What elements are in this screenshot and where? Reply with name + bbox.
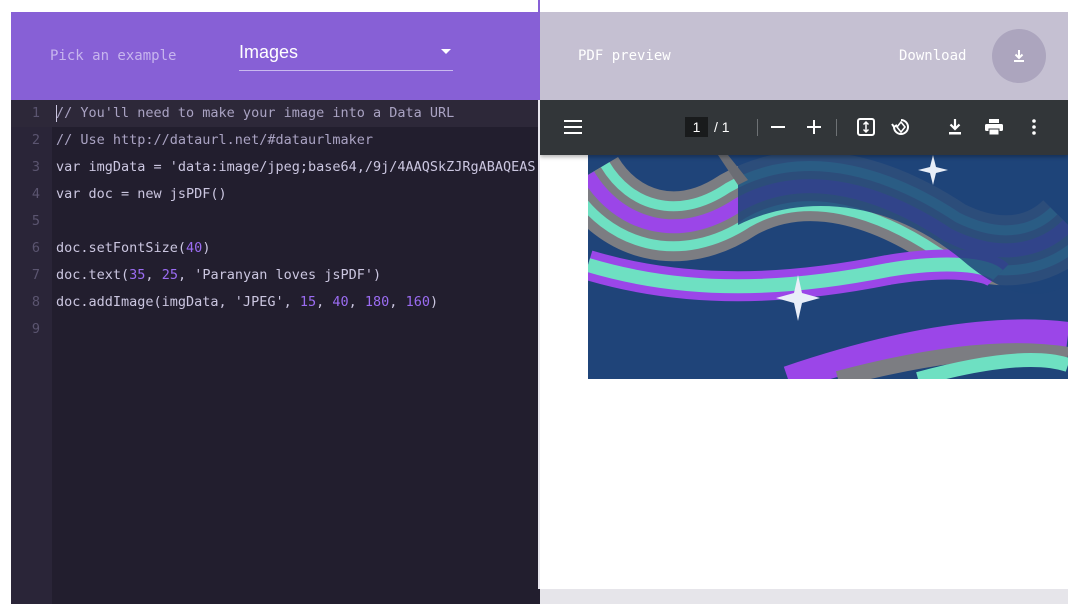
preview-header: PDF preview Download [540, 12, 1068, 100]
line-number: 6 [31, 240, 40, 256]
page-total: / 1 [714, 119, 730, 135]
line-number: 3 [31, 159, 40, 175]
code-text: // You'll need to make your image into a… [56, 105, 455, 121]
code-line[interactable]: 3 var imgData = 'data:image/jpeg;base64,/… [11, 154, 540, 181]
text-cursor [56, 105, 57, 122]
example-select-value: Images [239, 42, 299, 62]
page-number-input[interactable]: 1 [685, 117, 708, 137]
line-number: 8 [31, 294, 40, 310]
download-icon[interactable] [948, 119, 962, 135]
toolbar-separator [757, 119, 758, 136]
line-number: 1 [31, 105, 40, 121]
more-vert-icon[interactable] [1032, 119, 1036, 135]
zoom-out-icon[interactable] [771, 126, 785, 128]
toolbar-separator [836, 119, 837, 136]
code-line[interactable]: 7 doc.text(35, 25, 'Paranyan loves jsPDF'… [11, 262, 540, 289]
code-editor[interactable]: 1 // You'll need to make your image into … [11, 100, 540, 604]
pdf-preview-label: PDF preview [578, 48, 671, 64]
code-text: // Use http://dataurl.net/#dataurlmaker [56, 132, 373, 148]
download-button[interactable] [992, 29, 1046, 83]
rotate-icon[interactable] [891, 117, 911, 137]
line-number: 7 [31, 267, 40, 283]
caret-down-icon [441, 49, 451, 54]
code-text: var doc = new jsPDF() [56, 186, 227, 202]
code-line[interactable]: 8 doc.addImage(imgData, 'JPEG', 15, 40, 1… [11, 289, 540, 316]
line-number: 5 [31, 213, 40, 229]
code-line[interactable]: 1 // You'll need to make your image into … [11, 100, 540, 127]
print-icon[interactable] [985, 119, 1003, 135]
code-text: doc.text(35, 25, 'Paranyan loves jsPDF') [56, 267, 382, 283]
code-text: doc.setFontSize(40) [56, 240, 211, 256]
panel-divider [538, 0, 540, 12]
pdf-page-image [588, 155, 1068, 379]
line-number: 4 [31, 186, 40, 202]
download-icon [1014, 50, 1024, 62]
code-text: var imgData = 'data:image/jpeg;base64,/9… [56, 159, 536, 175]
code-line[interactable]: 2 // Use http://dataurl.net/#dataurlmaker [11, 127, 540, 154]
line-number: 2 [31, 132, 40, 148]
viewer-bottom-bar [540, 589, 1068, 604]
code-line[interactable]: 5 [11, 208, 540, 235]
download-label[interactable]: Download [899, 48, 966, 64]
pdf-toolbar: 1 / 1 [540, 100, 1068, 155]
line-number: 9 [31, 321, 40, 337]
code-line[interactable]: 9 [11, 316, 540, 343]
fit-page-icon[interactable] [857, 118, 875, 136]
example-header: Pick an example Images [11, 12, 540, 100]
menu-icon[interactable] [564, 120, 582, 134]
example-select[interactable]: Images [239, 40, 453, 71]
pick-example-label: Pick an example [50, 48, 177, 64]
code-line[interactable]: 6 doc.setFontSize(40) [11, 235, 540, 262]
code-text: doc.addImage(imgData, 'JPEG', 15, 40, 18… [56, 294, 439, 310]
pdf-viewer[interactable]: 1 / 1 [540, 100, 1068, 589]
zoom-in-icon[interactable] [807, 120, 821, 134]
code-line[interactable]: 4 var doc = new jsPDF() [11, 181, 540, 208]
